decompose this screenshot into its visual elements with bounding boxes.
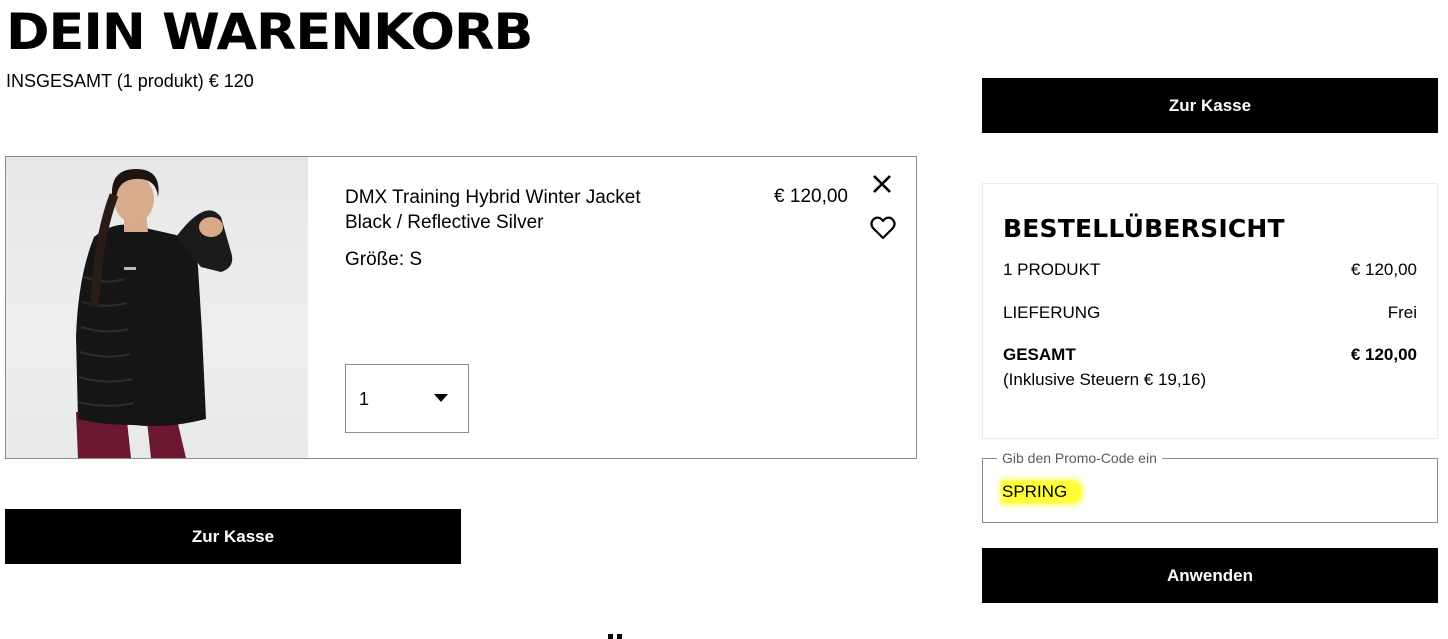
checkout-button-bottom[interactable]: Zur Kasse <box>5 509 461 564</box>
cart-item-card: DMX Training Hybrid Winter Jacket Black … <box>5 156 917 459</box>
summary-products-label: 1 PRODUKT <box>1003 260 1101 279</box>
product-color: Black / Reflective Silver <box>345 212 544 233</box>
product-price: € 120,00 <box>774 186 848 207</box>
summary-delivery-label: LIEFERUNG <box>1003 303 1101 322</box>
quantity-value: 1 <box>359 389 370 409</box>
woman-in-jacket-illustration <box>76 169 233 458</box>
chevron-down-icon <box>434 394 448 402</box>
add-to-wishlist-button[interactable] <box>869 214 897 242</box>
summary-products-value: € 120,00 <box>1350 260 1417 279</box>
cart-total-summary: INSGESAMT (1 produkt) € 120 <box>6 71 254 91</box>
summary-total-value: € 120,00 <box>1350 345 1417 364</box>
cut-off-heading-fragment <box>604 627 626 639</box>
order-summary-title: BESTELLÜBERSICHT <box>1003 214 1285 243</box>
summary-total-label: GESAMT <box>1003 345 1076 364</box>
order-summary-panel: BESTELLÜBERSICHT 1 PRODUKT € 120,00 LIEF… <box>982 183 1438 439</box>
page-title: DEIN WARENKORB <box>6 3 533 61</box>
product-image[interactable] <box>6 157 308 458</box>
apply-promo-button[interactable]: Anwenden <box>982 548 1438 603</box>
remove-item-button[interactable] <box>870 172 894 196</box>
heart-icon <box>870 216 896 240</box>
summary-tax-note: (Inklusive Steuern € 19,16) <box>1003 370 1207 389</box>
summary-delivery-value: Frei <box>1387 303 1417 322</box>
promo-code-input[interactable]: SPRING <box>1002 481 1082 503</box>
close-icon <box>873 175 891 193</box>
product-name[interactable]: DMX Training Hybrid Winter Jacket <box>345 185 641 210</box>
promo-code-field[interactable]: Gib den Promo-Code ein SPRING <box>982 450 1438 523</box>
product-size: Größe: S <box>345 249 423 270</box>
quantity-select[interactable]: 1 <box>345 364 469 433</box>
checkout-button-top[interactable]: Zur Kasse <box>982 78 1438 133</box>
promo-code-label: Gib den Promo-Code ein <box>997 450 1162 466</box>
